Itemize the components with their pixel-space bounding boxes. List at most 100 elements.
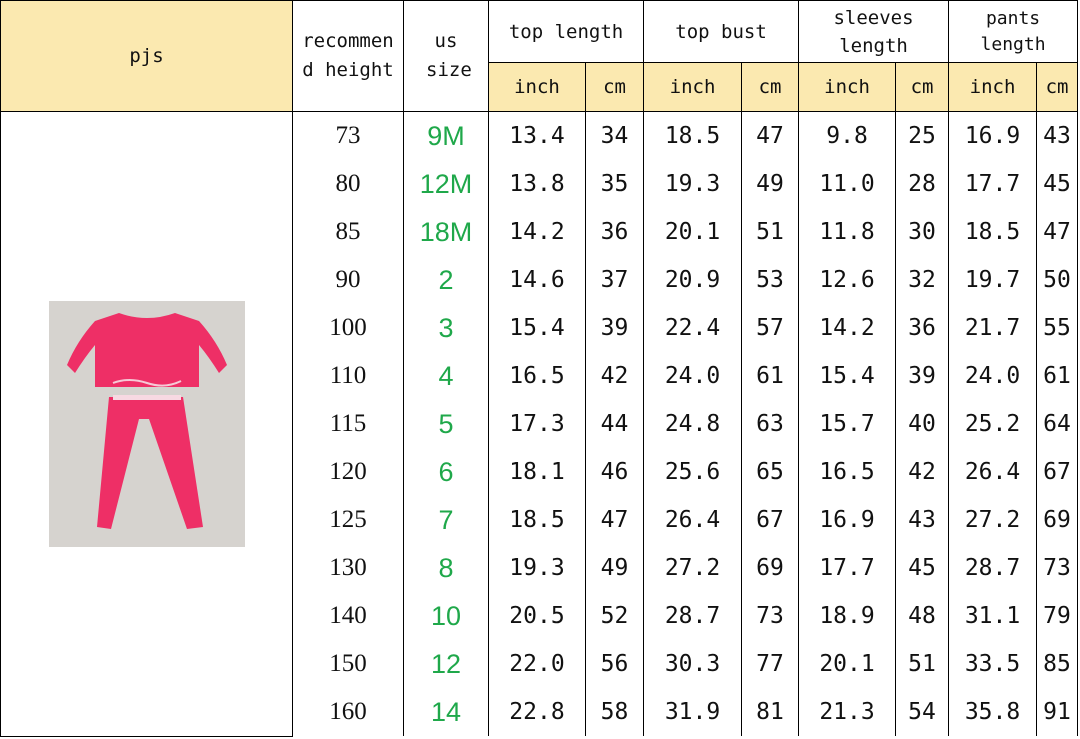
top-length-inch-cell: 18.5 <box>488 496 586 544</box>
top-length-cm-cell: 35 <box>584 160 645 208</box>
sleeves-length-inch-cell: 21.3 <box>798 688 897 736</box>
us-size-cell: 12M <box>403 160 489 208</box>
height-cell: 90 <box>292 256 404 304</box>
height-cell: 160 <box>292 688 404 736</box>
us-size-cell: 5 <box>403 400 489 448</box>
sleeves-length-cm-cell: 48 <box>895 592 950 640</box>
sleeves-length-cm-cell: 28 <box>895 160 950 208</box>
header-sleeves-length: sleeves length <box>798 0 950 63</box>
top-bust-inch-cell: 25.6 <box>643 448 743 496</box>
sleeves-length-cm-cell: 45 <box>895 544 950 592</box>
top-bust-cm-cell: 47 <box>741 111 800 160</box>
header-product-label: pjs <box>0 0 293 112</box>
top-length-cm-cell: 56 <box>584 640 645 688</box>
top-bust-inch-cell: 26.4 <box>643 496 743 544</box>
header-recommend-height: recommend height <box>292 0 404 112</box>
pants-length-inch-cell: 35.8 <box>948 688 1038 736</box>
top-length-cm-cell: 49 <box>584 544 645 592</box>
top-bust-cm-cell: 81 <box>741 688 800 736</box>
top-bust-cm-cell: 69 <box>741 544 800 592</box>
top-bust-cm-cell: 57 <box>741 304 800 352</box>
unit-inch: inch <box>488 62 586 112</box>
us-size-cell: 12 <box>403 640 489 688</box>
header-top-length: top length <box>487 0 645 63</box>
top-length-inch-cell: 13.8 <box>488 160 586 208</box>
sleeves-length-cm-cell: 43 <box>895 496 950 544</box>
sleeves-length-cm-cell: 42 <box>895 448 950 496</box>
pants-length-cm-cell: 47 <box>1036 208 1079 256</box>
sleeves-length-inch-cell: 11.8 <box>798 208 897 256</box>
product-photo <box>48 300 245 547</box>
top-bust-inch-cell: 27.2 <box>643 544 743 592</box>
top-length-cm-cell: 36 <box>584 208 645 256</box>
us-size-cell: 3 <box>403 304 489 352</box>
unit-inch: inch <box>643 62 743 112</box>
top-bust-inch-cell: 24.0 <box>643 352 743 400</box>
top-bust-cm-cell: 67 <box>741 496 800 544</box>
pants-length-inch-cell: 28.7 <box>948 544 1038 592</box>
top-bust-inch-cell: 24.8 <box>643 400 743 448</box>
height-cell: 85 <box>292 208 404 256</box>
pants-length-cm-cell: 85 <box>1036 640 1079 688</box>
height-cell: 150 <box>292 640 404 688</box>
top-length-cm-cell: 47 <box>584 496 645 544</box>
sleeves-length-inch-cell: 20.1 <box>798 640 897 688</box>
sleeves-length-cm-cell: 51 <box>895 640 950 688</box>
pants-length-inch-cell: 31.1 <box>948 592 1038 640</box>
table-row: 73 9M 13.4 34 18.5 47 9.8 25 16.9 43 <box>0 111 1079 737</box>
top-bust-inch-cell: 31.9 <box>643 688 743 736</box>
pants-length-cm-cell: 73 <box>1036 544 1079 592</box>
pants-length-cm-cell: 79 <box>1036 592 1079 640</box>
unit-cm: cm <box>1036 62 1079 112</box>
pants-length-inch-cell: 27.2 <box>948 496 1038 544</box>
unit-cm: cm <box>584 62 645 112</box>
top-length-cm-cell: 52 <box>584 592 645 640</box>
pants-length-inch-cell: 18.5 <box>948 208 1038 256</box>
sleeves-length-cm-cell: 30 <box>895 208 950 256</box>
us-size-cell: 4 <box>403 352 489 400</box>
sleeves-length-inch-cell: 11.0 <box>798 160 897 208</box>
pants-length-inch-cell: 33.5 <box>948 640 1038 688</box>
top-bust-inch-cell: 19.3 <box>643 160 743 208</box>
pants-length-cm-cell: 55 <box>1036 304 1079 352</box>
top-length-inch-cell: 20.5 <box>488 592 586 640</box>
top-bust-cm-cell: 61 <box>741 352 800 400</box>
top-bust-cm-cell: 77 <box>741 640 800 688</box>
height-cell: 80 <box>292 160 404 208</box>
top-length-cm-cell: 42 <box>584 352 645 400</box>
top-length-cm-cell: 46 <box>584 448 645 496</box>
pants-length-cm-cell: 61 <box>1036 352 1079 400</box>
pants-length-inch-cell: 19.7 <box>948 256 1038 304</box>
top-length-cm-cell: 44 <box>584 400 645 448</box>
pants-length-cm-cell: 64 <box>1036 400 1079 448</box>
top-bust-cm-cell: 65 <box>741 448 800 496</box>
height-cell: 140 <box>292 592 404 640</box>
top-bust-cm-cell: 73 <box>741 592 800 640</box>
sleeves-length-inch-cell: 17.7 <box>798 544 897 592</box>
sleeves-length-cm-cell: 36 <box>895 304 950 352</box>
top-length-cm-cell: 39 <box>584 304 645 352</box>
sleeves-length-inch-cell: 15.4 <box>798 352 897 400</box>
us-size-cell: 8 <box>403 544 489 592</box>
sleeves-length-cm-cell: 40 <box>895 400 950 448</box>
top-length-cm-cell: 37 <box>584 256 645 304</box>
pants-length-cm-cell: 69 <box>1036 496 1079 544</box>
unit-cm: cm <box>741 62 800 112</box>
pants-length-inch-cell: 25.2 <box>948 400 1038 448</box>
top-length-inch-cell: 14.2 <box>488 208 586 256</box>
pajama-waistband <box>112 394 181 400</box>
top-length-inch-cell: 22.0 <box>488 640 586 688</box>
height-cell: 110 <box>292 352 404 400</box>
sleeves-length-cm-cell: 39 <box>895 352 950 400</box>
us-size-cell: 6 <box>403 448 489 496</box>
pants-length-cm-cell: 50 <box>1036 256 1079 304</box>
sleeves-length-inch-cell: 18.9 <box>798 592 897 640</box>
top-bust-cm-cell: 49 <box>741 160 800 208</box>
top-bust-inch-cell: 20.9 <box>643 256 743 304</box>
us-size-cell: 10 <box>403 592 489 640</box>
sleeves-length-inch-cell: 16.9 <box>798 496 897 544</box>
top-length-cm-cell: 58 <box>584 688 645 736</box>
top-length-inch-cell: 15.4 <box>488 304 586 352</box>
top-length-inch-cell: 17.3 <box>488 400 586 448</box>
pajama-top-shape <box>66 312 227 387</box>
